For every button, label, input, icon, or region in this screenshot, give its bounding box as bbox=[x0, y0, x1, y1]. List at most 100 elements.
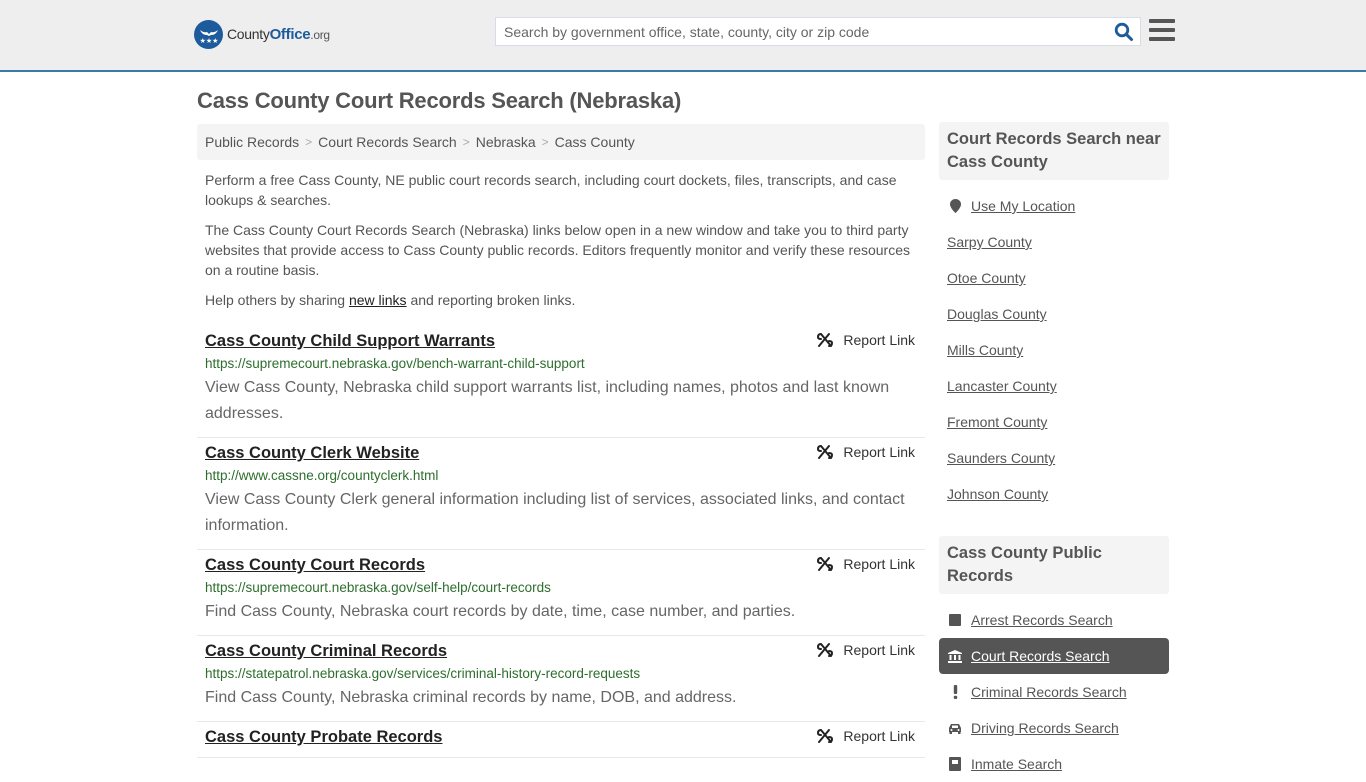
intro-paragraph: Perform a free Cass County, NE public co… bbox=[205, 172, 897, 208]
report-link-label: Report Link bbox=[843, 444, 915, 460]
result-title-link[interactable]: Cass County Court Records bbox=[205, 555, 425, 575]
nearby-county-item[interactable]: Douglas County bbox=[939, 296, 1169, 332]
top-header: ★★★ CountyOffice.org bbox=[0, 0, 1366, 72]
result-title-link[interactable]: Cass County Criminal Records bbox=[205, 641, 447, 661]
sidebar-item-label[interactable]: Court Records Search bbox=[971, 648, 1110, 664]
logo-text: CountyOffice.org bbox=[227, 26, 330, 43]
sidebar-item-arrest-records[interactable]: Arrest Records Search bbox=[939, 602, 1169, 638]
result-url: https://statepatrol.nebraska.gov/service… bbox=[205, 666, 641, 681]
menu-bar-icon bbox=[1149, 28, 1175, 32]
report-link-button[interactable]: Report Link bbox=[817, 444, 915, 460]
sidebar-heading: Cass County Public Records bbox=[939, 536, 1169, 594]
nearby-county-link[interactable]: Saunders County bbox=[947, 450, 1055, 466]
breadcrumb-separator: > bbox=[305, 135, 313, 149]
sidebar-public-records: Cass County Public Records Arrest Record… bbox=[939, 536, 1169, 782]
sidebar-item-driving-records[interactable]: Driving Records Search bbox=[939, 710, 1169, 746]
sidebar-item-label[interactable]: Driving Records Search bbox=[971, 720, 1119, 736]
new-links-link[interactable]: new links bbox=[349, 292, 407, 308]
site-logo[interactable]: ★★★ CountyOffice.org bbox=[194, 20, 330, 49]
result-title-link[interactable]: Cass County Probate Records bbox=[205, 727, 442, 747]
breadcrumb-separator: > bbox=[462, 135, 470, 149]
sidebar-nearby: Court Records Search near Cass County Us… bbox=[939, 122, 1169, 512]
breadcrumb-separator: > bbox=[541, 135, 549, 149]
result-item: Cass County Child Support Warrants https… bbox=[197, 326, 925, 438]
courthouse-icon bbox=[947, 649, 963, 663]
nearby-county-item[interactable]: Mills County bbox=[939, 332, 1169, 368]
eagle-logo-icon: ★★★ bbox=[194, 20, 223, 49]
result-item: Cass County Court Records https://suprem… bbox=[197, 550, 925, 636]
search-button[interactable] bbox=[1114, 22, 1134, 42]
nearby-county-link[interactable]: Mills County bbox=[947, 342, 1023, 358]
map-marker-icon bbox=[947, 199, 963, 213]
report-link-button[interactable]: Report Link bbox=[817, 332, 915, 348]
car-icon bbox=[947, 723, 963, 734]
broken-link-icon bbox=[817, 333, 834, 347]
svg-text:★★★: ★★★ bbox=[199, 37, 218, 45]
search-icon bbox=[1114, 22, 1133, 41]
nearby-list: Use My Location Sarpy County Otoe County… bbox=[939, 180, 1169, 512]
nearby-county-link[interactable]: Otoe County bbox=[947, 270, 1026, 286]
square-icon bbox=[947, 614, 963, 626]
result-item: Cass County Probate Records Report Link bbox=[197, 722, 925, 758]
nearby-county-link[interactable]: Johnson County bbox=[947, 486, 1048, 502]
search-box bbox=[495, 17, 1141, 46]
sidebar-item-label[interactable]: Arrest Records Search bbox=[971, 612, 1113, 628]
result-description: View Cass County, Nebraska child support… bbox=[205, 379, 890, 422]
broken-link-icon bbox=[817, 729, 834, 743]
result-description: Find Cass County, Nebraska court records… bbox=[205, 603, 796, 620]
exclamation-icon bbox=[947, 685, 963, 699]
broken-link-icon bbox=[817, 643, 834, 657]
breadcrumb-court-records-search[interactable]: Court Records Search bbox=[318, 134, 457, 150]
sidebar-item-label[interactable]: Inmate Search bbox=[971, 756, 1062, 772]
broken-link-icon bbox=[817, 557, 834, 571]
intro-paragraph: The Cass County Court Records Search (Ne… bbox=[205, 222, 910, 278]
nearby-county-item[interactable]: Johnson County bbox=[939, 476, 1169, 512]
results-list: Cass County Child Support Warrants https… bbox=[197, 326, 925, 758]
use-my-location-item[interactable]: Use My Location bbox=[939, 188, 1169, 224]
breadcrumb-nebraska[interactable]: Nebraska bbox=[476, 134, 536, 150]
report-link-label: Report Link bbox=[843, 642, 915, 658]
nearby-county-item[interactable]: Saunders County bbox=[939, 440, 1169, 476]
nearby-county-item[interactable]: Sarpy County bbox=[939, 224, 1169, 260]
hamburger-menu-button[interactable] bbox=[1149, 19, 1175, 42]
result-url: https://supremecourt.nebraska.gov/bench-… bbox=[205, 356, 585, 371]
nearby-county-item[interactable]: Otoe County bbox=[939, 260, 1169, 296]
id-card-icon bbox=[947, 757, 963, 771]
result-item: Cass County Criminal Records https://sta… bbox=[197, 636, 925, 722]
breadcrumb-public-records[interactable]: Public Records bbox=[205, 134, 299, 150]
report-link-label: Report Link bbox=[843, 728, 915, 744]
report-link-button[interactable]: Report Link bbox=[817, 728, 915, 744]
result-description: Find Cass County, Nebraska criminal reco… bbox=[205, 689, 737, 706]
result-url: https://supremecourt.nebraska.gov/self-h… bbox=[205, 580, 551, 595]
use-my-location-link[interactable]: Use My Location bbox=[971, 198, 1075, 214]
report-link-label: Report Link bbox=[843, 556, 915, 572]
nearby-county-link[interactable]: Lancaster County bbox=[947, 378, 1057, 394]
search-input[interactable] bbox=[496, 18, 1106, 45]
breadcrumb: Public Records > Court Records Search > … bbox=[197, 124, 925, 160]
nearby-county-item[interactable]: Lancaster County bbox=[939, 368, 1169, 404]
result-title-link[interactable]: Cass County Child Support Warrants bbox=[205, 331, 495, 351]
report-link-button[interactable]: Report Link bbox=[817, 556, 915, 572]
menu-bar-icon bbox=[1149, 37, 1175, 41]
result-url: http://www.cassne.org/countyclerk.html bbox=[205, 468, 439, 483]
sidebar-item-criminal-records[interactable]: Criminal Records Search bbox=[939, 674, 1169, 710]
nearby-county-link[interactable]: Douglas County bbox=[947, 306, 1047, 322]
intro-text: Perform a free Cass County, NE public co… bbox=[205, 170, 917, 320]
breadcrumb-cass-county[interactable]: Cass County bbox=[555, 134, 635, 150]
result-description: View Cass County Clerk general informati… bbox=[205, 491, 905, 534]
broken-link-icon bbox=[817, 445, 834, 459]
report-link-label: Report Link bbox=[843, 332, 915, 348]
report-link-button[interactable]: Report Link bbox=[817, 642, 915, 658]
sidebar-item-inmate-search[interactable]: Inmate Search bbox=[939, 746, 1169, 782]
sidebar-item-label[interactable]: Criminal Records Search bbox=[971, 684, 1127, 700]
sidebar-item-court-records[interactable]: Court Records Search bbox=[939, 638, 1169, 674]
nearby-county-link[interactable]: Fremont County bbox=[947, 414, 1047, 430]
nearby-county-item[interactable]: Fremont County bbox=[939, 404, 1169, 440]
page-title: Cass County Court Records Search (Nebras… bbox=[197, 88, 682, 113]
menu-bar-icon bbox=[1149, 19, 1175, 23]
sidebar-heading: Court Records Search near Cass County bbox=[939, 122, 1169, 180]
nearby-county-link[interactable]: Sarpy County bbox=[947, 234, 1032, 250]
result-item: Cass County Clerk Website http://www.cas… bbox=[197, 438, 925, 550]
result-title-link[interactable]: Cass County Clerk Website bbox=[205, 443, 419, 463]
public-records-list: Arrest Records Search Court Records Sear… bbox=[939, 594, 1169, 782]
